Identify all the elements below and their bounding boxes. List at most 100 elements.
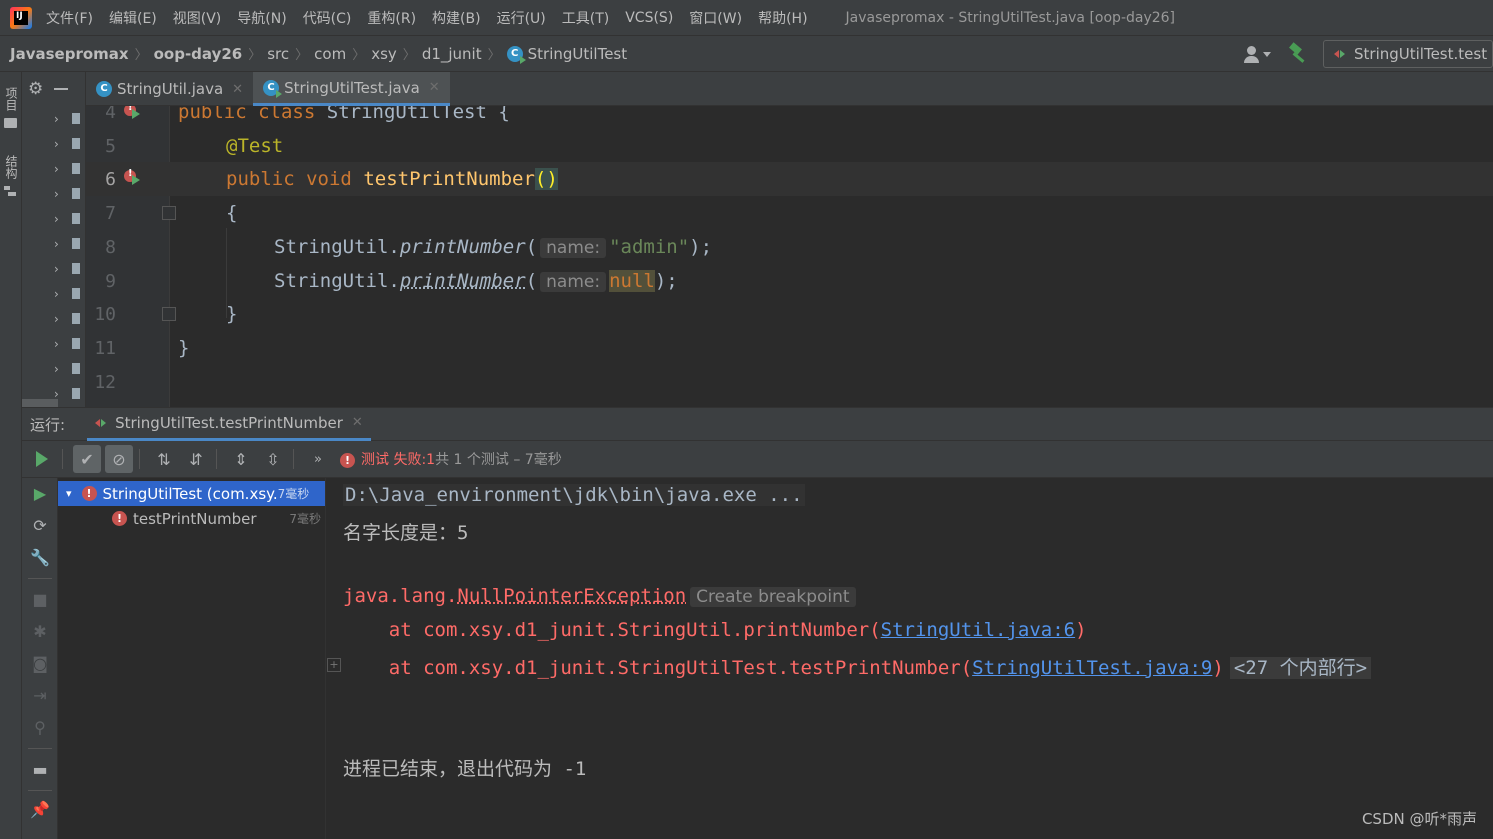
chevron-right-icon[interactable]: ›: [54, 187, 64, 201]
crumb-class[interactable]: StringUtilTest: [528, 45, 628, 63]
fold-icon[interactable]: [162, 307, 176, 321]
test-suite-row[interactable]: ▾ ! StringUtilTest (com.xsy. 7毫秒: [58, 481, 325, 506]
menu-refactor[interactable]: 重构(R): [367, 8, 416, 28]
close-icon[interactable]: ✕: [232, 82, 243, 97]
crumb-package[interactable]: d1_junit: [422, 45, 482, 63]
console-output[interactable]: D:\Java_environment\jdk\bin\java.exe ...…: [326, 478, 1493, 839]
source-link[interactable]: StringUtilTest.java:9: [972, 657, 1212, 679]
debug-bug-icon[interactable]: ✱: [30, 622, 50, 642]
toolbar-separator: [28, 578, 52, 579]
folded-internal-lines[interactable]: <27 个内部行>: [1229, 657, 1372, 679]
layout-icon[interactable]: ▬: [30, 760, 50, 780]
file-icon: [72, 163, 80, 174]
pin-icon[interactable]: 📌: [30, 800, 50, 820]
structure-tool-tab[interactable]: 结构: [2, 152, 20, 182]
stop-icon[interactable]: ■: [30, 590, 50, 610]
tree-row[interactable]: ›: [22, 231, 85, 256]
tree-row[interactable]: ›: [22, 281, 85, 306]
menu-navigate[interactable]: 导航(N): [237, 8, 286, 28]
file-icon: [72, 113, 80, 124]
menu-file[interactable]: 文件(F): [46, 8, 93, 28]
horizontal-scrollbar[interactable]: [22, 399, 58, 407]
crumb-separator-icon: 〉: [402, 48, 416, 63]
sort-alphabetically-button[interactable]: ⇅: [150, 445, 178, 473]
tree-row[interactable]: ›: [22, 181, 85, 206]
tree-row[interactable]: ›: [22, 256, 85, 281]
test-status: ! 测试 失败:1共 1 个测试 – 7毫秒: [340, 449, 562, 469]
crumb-xsy[interactable]: xsy: [371, 45, 397, 63]
run-configuration-selector[interactable]: StringUtilTest.test: [1323, 40, 1493, 68]
chevron-right-icon[interactable]: ›: [54, 162, 64, 176]
file-icon: [72, 363, 80, 374]
expand-all-button[interactable]: ⇕: [227, 445, 255, 473]
chevron-right-icon[interactable]: ›: [54, 287, 64, 301]
close-icon[interactable]: ✕: [352, 415, 363, 430]
wrench-icon[interactable]: 🔧: [30, 548, 50, 568]
tab-stringutiltest-java[interactable]: C StringUtilTest.java ✕: [253, 72, 450, 106]
run-tab[interactable]: StringUtilTest.testPrintNumber ✕: [87, 407, 371, 441]
exception-name[interactable]: NullPointerException: [457, 585, 686, 607]
menu-tools[interactable]: 工具(T): [562, 8, 609, 28]
toggle-auto-test-button[interactable]: ⟳: [30, 516, 50, 536]
chevron-right-icon[interactable]: ›: [54, 312, 64, 326]
chevron-right-icon[interactable]: ›: [54, 362, 64, 376]
menu-code[interactable]: 代码(C): [303, 8, 352, 28]
close-icon[interactable]: ✕: [429, 80, 440, 95]
toolbar-separator: [139, 449, 140, 469]
tree-row[interactable]: ›: [22, 131, 85, 156]
menu-window[interactable]: 窗口(W): [689, 8, 742, 28]
run-test-method-icon[interactable]: [124, 168, 140, 186]
tree-row[interactable]: ›: [22, 106, 85, 131]
collapse-all-button[interactable]: ⇳: [259, 445, 287, 473]
code-line-9: 9 StringUtil.printNumber(name: null);: [86, 264, 1493, 298]
tree-row[interactable]: ›: [22, 356, 85, 381]
exit-icon[interactable]: ⇥: [30, 686, 50, 706]
create-breakpoint-hint[interactable]: Create breakpoint: [690, 587, 856, 607]
tree-row[interactable]: ›: [22, 331, 85, 356]
camera-icon[interactable]: ◙: [30, 654, 50, 674]
test-method-row[interactable]: ! testPrintNumber 7毫秒: [58, 506, 325, 531]
line-number: 9: [105, 270, 116, 292]
run-test-class-icon[interactable]: [124, 106, 140, 120]
expand-fold-icon[interactable]: +: [327, 658, 341, 672]
user-icon[interactable]: [1243, 43, 1273, 65]
file-icon: [72, 263, 80, 274]
menu-build[interactable]: 构建(B): [432, 8, 481, 28]
show-ignored-button[interactable]: ⊘: [105, 445, 133, 473]
editor-tab-bar: C StringUtil.java ✕ C StringUtilTest.jav…: [86, 72, 1493, 106]
tree-row[interactable]: ›: [22, 156, 85, 181]
chevron-right-icon[interactable]: ›: [54, 262, 64, 276]
minimize-icon[interactable]: [54, 88, 68, 90]
chevron-right-icon[interactable]: ›: [54, 337, 64, 351]
menu-run[interactable]: 运行(U): [497, 8, 546, 28]
crumb-com[interactable]: com: [314, 45, 346, 63]
chevron-right-icon[interactable]: ›: [54, 112, 64, 126]
chevron-right-icon[interactable]: ›: [54, 137, 64, 151]
sort-by-duration-button[interactable]: ⇵: [182, 445, 210, 473]
gear-icon[interactable]: ⚙: [28, 81, 44, 98]
tree-row[interactable]: ›: [22, 306, 85, 331]
code-editor[interactable]: 4 public class StringUtilTest { 5 @Test …: [86, 106, 1493, 407]
crumb-src[interactable]: src: [267, 45, 289, 63]
fold-icon[interactable]: [162, 206, 176, 220]
console-exit-line: 进程已结束，退出代码为 -1: [343, 758, 587, 780]
menu-help[interactable]: 帮助(H): [758, 8, 807, 28]
menu-view[interactable]: 视图(V): [173, 8, 222, 28]
more-actions-button[interactable]: »: [304, 445, 332, 473]
tab-stringutil-java[interactable]: C StringUtil.java ✕: [86, 72, 253, 106]
code-line-7: 7 {: [86, 196, 1493, 230]
chevron-right-icon[interactable]: ›: [54, 212, 64, 226]
show-passed-button[interactable]: ✔: [73, 445, 101, 473]
rerun-button[interactable]: [28, 445, 56, 473]
crumb-module[interactable]: oop-day26: [154, 45, 243, 63]
search-icon[interactable]: ⚲: [30, 718, 50, 738]
chevron-right-icon[interactable]: ›: [54, 237, 64, 251]
build-hammer-icon[interactable]: [1287, 43, 1309, 65]
menu-vcs[interactable]: VCS(S): [625, 10, 673, 26]
source-link[interactable]: StringUtil.java:6: [881, 619, 1075, 641]
tree-row[interactable]: ›: [22, 206, 85, 231]
menu-edit[interactable]: 编辑(E): [109, 8, 157, 28]
rerun-failed-tests-button[interactable]: ▶: [30, 484, 50, 504]
project-tool-tab[interactable]: 项目: [2, 84, 20, 114]
crumb-project[interactable]: Javasepromax: [10, 45, 129, 63]
